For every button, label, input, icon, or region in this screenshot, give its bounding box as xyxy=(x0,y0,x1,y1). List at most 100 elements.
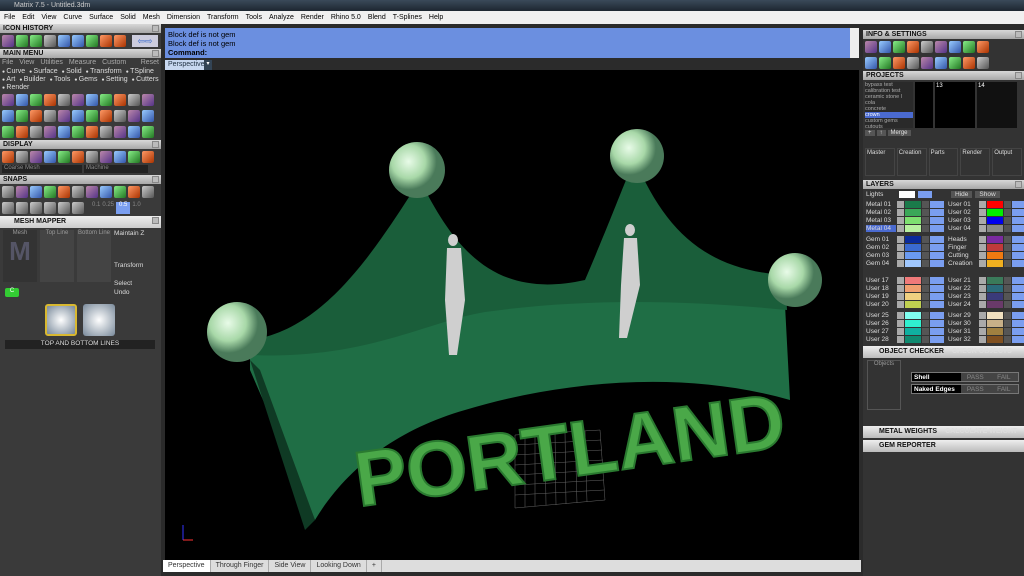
mode-top-bottom-icon[interactable] xyxy=(45,304,77,336)
category-tspline[interactable]: TSpline xyxy=(126,68,154,75)
tool-icon[interactable] xyxy=(44,94,56,106)
layer-row[interactable]: User 04 xyxy=(948,224,1024,232)
stage-render[interactable]: Render xyxy=(960,148,991,176)
tool-icon[interactable] xyxy=(977,41,989,53)
layer-color-swatch[interactable] xyxy=(905,311,921,319)
tool-icon[interactable] xyxy=(58,151,70,163)
layer-visibility-toggle[interactable] xyxy=(930,276,944,284)
layer-name[interactable]: Gem 02 xyxy=(866,244,896,251)
tool-icon[interactable] xyxy=(44,126,56,138)
gem-reporter-header[interactable]: GEM REPORTER xyxy=(863,440,1024,452)
menu-item-render[interactable]: Render xyxy=(301,11,324,24)
layer-name[interactable]: User 23 xyxy=(948,293,978,300)
viewport-title[interactable]: Perspective xyxy=(165,60,208,70)
layer-color-swatch[interactable] xyxy=(905,224,921,232)
layer-current-icon[interactable] xyxy=(979,251,986,259)
layer-visibility-toggle[interactable] xyxy=(930,235,944,243)
command-scrollbar[interactable] xyxy=(850,28,859,58)
layer-current-icon[interactable] xyxy=(897,251,904,259)
command-input[interactable]: Command: xyxy=(168,48,847,57)
tool-icon[interactable] xyxy=(58,186,70,198)
layer-row[interactable]: User 02 xyxy=(948,208,1024,216)
layer-color-swatch[interactable] xyxy=(905,243,921,251)
lock-icon[interactable] xyxy=(922,224,929,232)
layer-row[interactable]: User 21 xyxy=(948,276,1024,284)
lock-icon[interactable] xyxy=(922,243,929,251)
mode-alt-icon[interactable] xyxy=(83,304,115,336)
layer-color-swatch[interactable] xyxy=(987,300,1003,308)
tool-icon[interactable] xyxy=(30,186,42,198)
layer-name[interactable]: Metal 04 xyxy=(866,224,896,232)
tab-perspective[interactable]: Perspective xyxy=(163,560,211,572)
history-nav-arrows-icon[interactable]: ⇦⇨ xyxy=(132,35,158,47)
lock-icon[interactable] xyxy=(922,335,929,343)
calculate-weight-button[interactable]: CALCULATE WEIGHT xyxy=(945,428,1017,435)
lock-icon[interactable] xyxy=(922,251,929,259)
layer-color-swatch[interactable] xyxy=(987,243,1003,251)
lock-icon[interactable] xyxy=(1004,235,1011,243)
tab-view[interactable]: View xyxy=(19,59,34,66)
tool-icon[interactable] xyxy=(72,186,84,198)
layer-row[interactable]: User 01 xyxy=(948,200,1024,208)
tool-icon[interactable] xyxy=(142,110,154,122)
layer-row[interactable]: User 29 xyxy=(948,311,1024,319)
add-project-button[interactable]: + xyxy=(865,130,875,136)
tool-icon[interactable] xyxy=(16,110,28,122)
layer-name[interactable]: Metal 03 xyxy=(866,217,896,224)
category-tools[interactable]: Tools xyxy=(50,76,70,83)
layer-current-icon[interactable] xyxy=(897,200,904,208)
layer-name[interactable]: User 04 xyxy=(948,225,978,232)
history-icon[interactable] xyxy=(114,35,126,47)
maintain-z-toggle[interactable]: Maintain Z xyxy=(114,230,144,237)
layer-visibility-toggle[interactable] xyxy=(1012,208,1024,216)
layer-color-swatch[interactable] xyxy=(905,216,921,224)
reset-button[interactable]: Reset xyxy=(141,59,159,66)
tool-icon[interactable] xyxy=(86,94,98,106)
tab-measure[interactable]: Measure xyxy=(69,59,96,66)
snap-value[interactable]: 0.25 xyxy=(102,202,114,214)
menu-item-analyze[interactable]: Analyze xyxy=(269,11,294,24)
layer-row[interactable]: Finger xyxy=(948,243,1024,251)
close-icon[interactable] xyxy=(1015,181,1022,188)
lock-icon[interactable] xyxy=(1004,292,1011,300)
tab-looking-down[interactable]: Looking Down xyxy=(311,560,367,572)
tool-icon[interactable] xyxy=(128,94,140,106)
menu-item-t-splines[interactable]: T-Splines xyxy=(393,11,422,24)
layer-color-swatch[interactable] xyxy=(987,259,1003,267)
tool-icon[interactable] xyxy=(2,151,14,163)
select-button[interactable]: Select xyxy=(114,280,132,287)
tool-icon[interactable] xyxy=(128,110,140,122)
tool-icon[interactable] xyxy=(100,186,112,198)
category-cutters[interactable]: Cutters xyxy=(132,76,159,83)
layer-visibility-toggle[interactable] xyxy=(1012,216,1024,224)
lock-icon[interactable] xyxy=(922,276,929,284)
menu-item-curve[interactable]: Curve xyxy=(63,11,82,24)
layer-current-icon[interactable] xyxy=(897,335,904,343)
undo-button[interactable]: Undo xyxy=(114,289,130,296)
menu-item-blend[interactable]: Blend xyxy=(368,11,386,24)
menu-item-solid[interactable]: Solid xyxy=(120,11,136,24)
lock-icon[interactable] xyxy=(1004,216,1011,224)
tool-icon[interactable] xyxy=(86,126,98,138)
tool-icon[interactable] xyxy=(949,41,961,53)
layer-color-swatch[interactable] xyxy=(905,300,921,308)
layer-color-swatch[interactable] xyxy=(987,235,1003,243)
category-surface[interactable]: Surface xyxy=(29,68,58,75)
layer-visibility-toggle[interactable] xyxy=(930,259,944,267)
lock-icon[interactable] xyxy=(1004,208,1011,216)
tool-icon[interactable] xyxy=(2,110,14,122)
tab-custom[interactable]: Custom xyxy=(102,59,126,66)
tool-icon[interactable] xyxy=(2,94,14,106)
menu-item-rhino-5-0[interactable]: Rhino 5.0 xyxy=(331,11,361,24)
layer-color-swatch[interactable] xyxy=(987,292,1003,300)
layer-row[interactable]: User 17 xyxy=(866,276,944,284)
layer-name[interactable]: User 32 xyxy=(948,336,978,343)
top-line-slot[interactable]: Top Line xyxy=(40,230,74,282)
tool-icon[interactable] xyxy=(879,57,891,69)
layer-visibility-toggle[interactable] xyxy=(1012,235,1024,243)
layer-row[interactable]: User 27 xyxy=(866,327,944,335)
layer-row[interactable]: Gem 03 xyxy=(866,251,944,259)
layer-row[interactable]: Gem 02 xyxy=(866,243,944,251)
perspective-viewport[interactable]: PORTLAND xyxy=(165,70,859,560)
layer-visibility-toggle[interactable] xyxy=(1012,311,1024,319)
